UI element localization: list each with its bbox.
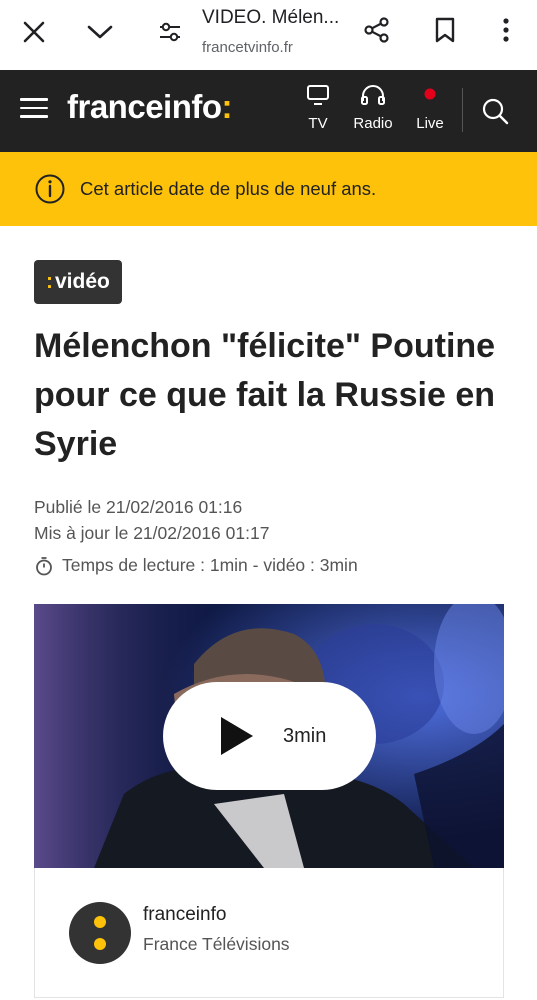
video-source-card: franceinfo France Télévisions <box>34 868 504 998</box>
close-button[interactable] <box>14 12 54 52</box>
headphones-icon <box>361 85 385 105</box>
play-button[interactable]: 3min <box>163 682 376 790</box>
reading-time: Temps de lecture : 1min - vidéo : 3min <box>34 555 358 576</box>
chevron-down-icon <box>87 25 113 39</box>
site-settings-button[interactable] <box>150 12 190 52</box>
nav-live-label: Live <box>416 115 444 132</box>
search-button[interactable] <box>480 96 512 128</box>
site-header: franceinfo: TV Radio Live <box>0 70 537 152</box>
page-title: VIDEO. Mélen... <box>202 7 340 28</box>
url-bar[interactable]: VIDEO. Mélen... francetvinfo.fr <box>202 4 352 58</box>
outdated-article-banner: Cet article date de plus de neuf ans. <box>0 152 537 226</box>
close-icon <box>23 21 45 43</box>
article-dates: Publié le 21/02/2016 01:16 Mis à jour le… <box>34 494 269 546</box>
nav-tv[interactable]: TV <box>294 84 342 132</box>
header-divider <box>462 88 463 132</box>
video-player[interactable]: 3min <box>34 604 504 868</box>
share-icon <box>364 17 389 43</box>
more-options-button[interactable] <box>486 10 526 50</box>
live-dot-icon <box>424 88 436 100</box>
page-domain: francetvinfo.fr <box>202 39 293 56</box>
minimize-button[interactable] <box>80 12 120 52</box>
menu-icon[interactable] <box>20 98 48 122</box>
bookmark-button[interactable] <box>425 10 465 50</box>
site-logo[interactable]: franceinfo: <box>67 88 233 126</box>
article-title: Mélenchon "félicite" Poutine pour ce que… <box>34 327 496 463</box>
play-icon <box>221 717 253 755</box>
browser-toolbar: VIDEO. Mélen... francetvinfo.fr <box>0 0 537 70</box>
video-duration: 3min <box>283 724 327 747</box>
nav-radio-label: Radio <box>353 115 393 132</box>
nav-live[interactable]: Live <box>406 84 454 132</box>
share-button[interactable] <box>357 10 397 50</box>
nav-radio[interactable]: Radio <box>349 84 397 132</box>
timer-icon <box>36 556 52 575</box>
published-date: Publié le 21/02/2016 01:16 <box>34 497 243 517</box>
nav-tv-label: TV <box>308 115 328 132</box>
search-icon <box>482 98 509 125</box>
banner-text: Cet article date de plus de neuf ans. <box>80 178 377 199</box>
source-avatar <box>69 902 131 964</box>
site-settings-icon <box>160 22 180 42</box>
info-icon <box>35 174 65 204</box>
source-organization: France Télévisions <box>143 934 290 954</box>
reading-time-text: Temps de lecture : 1min - vidéo : 3min <box>62 555 358 575</box>
source-name: franceinfo <box>143 904 227 925</box>
tv-icon <box>307 85 329 105</box>
more-vert-icon <box>503 18 509 42</box>
updated-date: Mis à jour le 21/02/2016 01:17 <box>34 523 270 543</box>
bookmark-icon <box>435 17 455 43</box>
category-badge[interactable]: : vidéo <box>34 260 122 304</box>
